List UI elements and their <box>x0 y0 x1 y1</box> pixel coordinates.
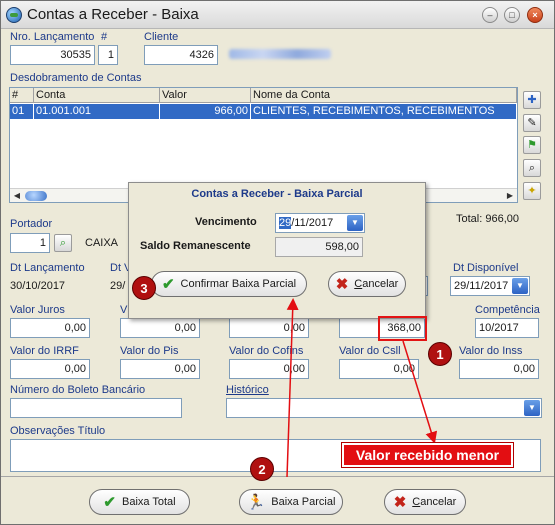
valor-csll-field[interactable]: 0,00 <box>339 359 419 379</box>
competencia-label: Competência <box>475 304 540 316</box>
dt-disponivel-field[interactable]: 29/11/2017 ▼ <box>450 276 530 296</box>
dt-lancamento-value: 30/10/2017 <box>10 280 66 292</box>
valor-csll-label: Valor do Csll <box>339 345 401 357</box>
observacoes-label: Observações Título <box>10 425 106 437</box>
valor-field-3[interactable]: 0,00 <box>229 318 309 338</box>
scroll-thumb[interactable] <box>25 191 47 201</box>
portador-name: CAIXA <box>85 237 119 249</box>
valor-cofins-field[interactable]: 0,00 <box>229 359 309 379</box>
dt-vencimento-value: 29/ <box>110 280 126 292</box>
app-globe-icon <box>6 7 22 23</box>
hash-field[interactable]: 1 <box>98 45 118 65</box>
dt-disponivel-value: 29/11/2017 <box>454 280 509 292</box>
cliente-label: Cliente <box>144 31 179 43</box>
valor-highlight-box <box>378 316 427 341</box>
window-title: Contas a Receber - Baixa <box>27 6 199 23</box>
grid-header: # Conta Valor Nome da Conta <box>10 88 517 103</box>
baixa-parcial-dialog: Contas a Receber - Baixa Parcial Vencime… <box>128 182 426 319</box>
close-button[interactable]: × <box>527 7 543 23</box>
baixa-total-label: Baixa Total <box>121 496 176 508</box>
running-man-icon: 🏃 <box>246 494 266 511</box>
step-badge-1: 1 <box>428 342 452 366</box>
footer-cancel-button[interactable]: ✖ Cancelar <box>384 489 466 515</box>
step-badge-3: 3 <box>132 276 156 300</box>
lightbulb-icon[interactable]: ✦ <box>523 182 541 200</box>
historico-dropdown-icon[interactable]: ▼ <box>524 400 540 416</box>
valor-inss-label: Valor do Inss <box>459 345 523 357</box>
dialog-vencimento-day: 29 <box>279 217 292 229</box>
tag-icon[interactable]: ⚑ <box>523 136 541 154</box>
dialog-cancel-label: Cancelar <box>354 278 399 290</box>
portador-label: Portador <box>10 218 53 230</box>
dt-disponivel-label: Dt Disponível <box>453 262 519 274</box>
cell-valor: 966,00 <box>160 104 251 119</box>
col-header-num[interactable]: # <box>10 88 34 103</box>
step-badge-2: 2 <box>250 457 274 481</box>
cell-num: 01 <box>10 104 34 119</box>
col-header-valor[interactable]: Valor <box>160 88 251 103</box>
portador-field[interactable]: 1 <box>10 233 50 253</box>
edit-document-icon[interactable]: ✎ <box>523 114 541 132</box>
main-window: Contas a Receber - Baixa – □ × Nro. Lanç… <box>0 0 555 525</box>
minimize-button[interactable]: – <box>482 7 498 23</box>
historico-field[interactable]: ▼ <box>226 398 542 418</box>
valor-inss-field[interactable]: 0,00 <box>459 359 539 379</box>
valor-cofins-label: Valor do Cofins <box>229 345 304 357</box>
dialog-title: Contas a Receber - Baixa Parcial <box>191 188 363 200</box>
valor-irrf-field[interactable]: 0,00 <box>10 359 90 379</box>
cell-conta: 01.001.001 <box>34 104 160 119</box>
maximize-button[interactable]: □ <box>504 7 520 23</box>
saldo-remanescente-field: 598,00 <box>275 237 363 257</box>
hash-label: # <box>101 31 108 43</box>
confirmar-label: Confirmar Baixa Parcial <box>180 278 297 290</box>
title-bar: Contas a Receber - Baixa – □ × <box>1 1 554 29</box>
valor-field-2[interactable]: 0,00 <box>120 318 200 338</box>
valor-juros-label: Valor Juros <box>10 304 65 316</box>
confirmar-baixa-parcial-button[interactable]: ✔ Confirmar Baixa Parcial <box>151 271 307 297</box>
baixa-parcial-label: Baixa Parcial <box>271 496 336 508</box>
dialog-vencimento-rest: /11/2017 <box>291 217 334 229</box>
x-icon: ✖ <box>393 494 407 511</box>
cliente-field[interactable]: 4326 <box>144 45 218 65</box>
valor-partial-label: V <box>120 304 128 316</box>
valor-pis-label: Valor do Pis <box>120 345 179 357</box>
add-entry-icon[interactable]: ✚ <box>523 91 541 109</box>
nro-lancamento-field[interactable]: 30535 <box>10 45 95 65</box>
dialog-vencimento-label: Vencimento <box>195 216 257 228</box>
check-icon: ✔ <box>103 494 116 511</box>
zoom-icon[interactable]: ⌕ <box>523 159 541 177</box>
footer-divider <box>1 476 554 477</box>
valor-pis-field[interactable]: 0,00 <box>120 359 200 379</box>
boleto-field[interactable] <box>10 398 182 418</box>
cliente-name-blurred <box>229 49 331 59</box>
baixa-parcial-button[interactable]: 🏃 Baixa Parcial <box>239 489 343 515</box>
dt-lancamento-label: Dt Lançamento <box>10 262 85 274</box>
col-header-conta[interactable]: Conta <box>34 88 160 103</box>
scroll-left-icon[interactable]: ◀ <box>11 190 23 202</box>
competencia-field[interactable]: 10/2017 <box>475 318 539 338</box>
dialog-x-icon: ✖ <box>335 276 349 293</box>
cell-nome: CLIENTES, RECEBIMENTOS, RECEBIMENTOS <box>251 104 517 119</box>
historico-label[interactable]: Histórico <box>226 384 269 396</box>
boleto-label: Número do Boleto Bancário <box>10 384 146 396</box>
confirm-check-icon: ✔ <box>161 276 175 293</box>
nro-lancamento-label: Nro. Lançamento <box>10 31 95 43</box>
footer-cancel-label: Cancelar <box>412 496 457 508</box>
valor-irrf-label: Valor do IRRF <box>10 345 79 357</box>
dialog-vencimento-field[interactable]: 29/11/2017 ▼ <box>275 213 365 233</box>
scroll-right-icon[interactable]: ▶ <box>504 190 516 202</box>
dt-disponivel-dropdown-icon[interactable]: ▼ <box>512 278 528 294</box>
valor-juros-field[interactable]: 0,00 <box>10 318 90 338</box>
col-header-nome[interactable]: Nome da Conta <box>251 88 517 103</box>
grid-total: Total: 966,00 <box>456 213 519 225</box>
dialog-date-dropdown-icon[interactable]: ▼ <box>347 215 363 231</box>
saldo-remanescente-label: Saldo Remanescente <box>140 240 251 252</box>
portador-search-icon[interactable]: ⌕ <box>54 234 72 252</box>
desdobramento-label: Desdobramento de Contas <box>10 72 142 84</box>
table-row[interactable]: 01 01.001.001 966,00 CLIENTES, RECEBIMEN… <box>10 104 517 119</box>
valor-recebido-callout: Valor recebido menor <box>341 442 514 468</box>
baixa-total-button[interactable]: ✔ Baixa Total <box>89 489 190 515</box>
dialog-cancel-button[interactable]: ✖ Cancelar <box>328 271 406 297</box>
